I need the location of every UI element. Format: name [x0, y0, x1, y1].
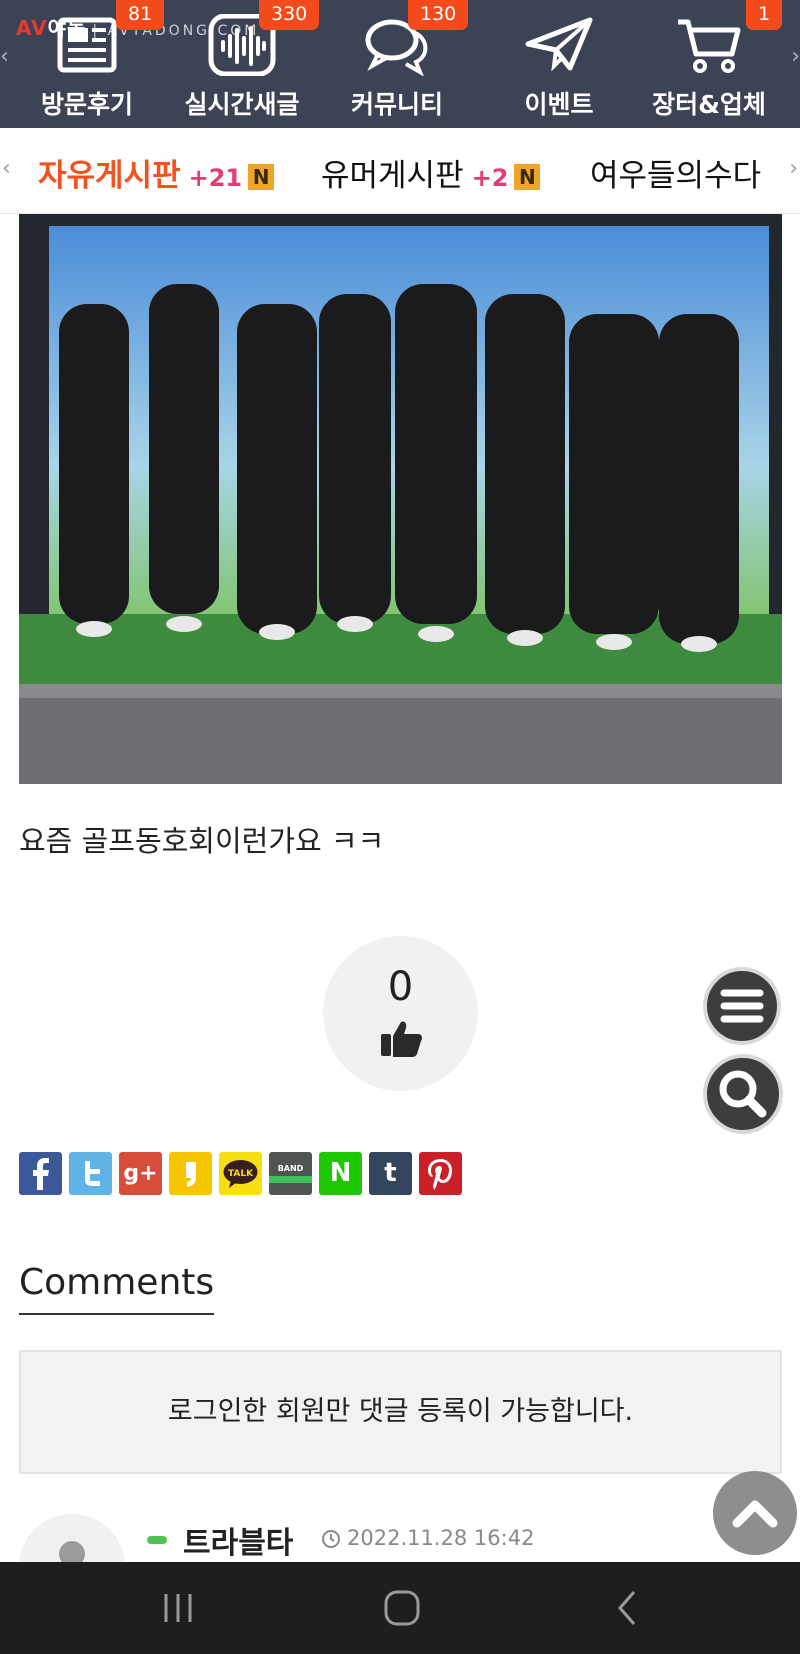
twitter-icon[interactable]	[69, 1152, 112, 1195]
kakaotalk-icon[interactable]: TALK	[219, 1152, 262, 1195]
nav-label: 커뮤니티	[350, 90, 443, 119]
tab-count: +2	[471, 164, 509, 192]
golf-simulator-photo	[19, 214, 782, 784]
back-icon[interactable]	[608, 1590, 648, 1626]
nav-item-market[interactable]: 1 장터&업체	[634, 0, 784, 128]
comment-date: 2022.11.28 16:42	[347, 1526, 535, 1550]
tabs-scroll-left-icon[interactable]: ‹	[2, 156, 11, 181]
band-label: BAND	[278, 1164, 304, 1173]
shopping-cart-icon	[678, 19, 741, 73]
kakaostory-icon[interactable]	[169, 1152, 212, 1195]
nav-label: 이벤트	[524, 90, 594, 119]
tab-count: +21	[188, 164, 243, 192]
nav-label: 장터&업체	[652, 90, 766, 119]
like-button[interactable]: 0	[323, 936, 478, 1091]
tab-label: 자유게시판	[38, 158, 181, 194]
board-tabs: ‹ › 자유게시판 +21 N 유머게시판 +2 N 여우들의수다	[0, 128, 800, 214]
newspaper-icon	[57, 17, 117, 73]
naver-label: N	[329, 1158, 352, 1188]
member-level-icon	[147, 1536, 167, 1544]
nav-scroll-right-icon[interactable]: ›	[791, 44, 800, 69]
comment-item: 트라블타 2022.11.28 16:42	[19, 1508, 782, 1620]
home-icon[interactable]	[382, 1590, 422, 1626]
tumblr-icon[interactable]: t	[369, 1152, 412, 1195]
search-button[interactable]	[703, 1054, 783, 1134]
chevron-up-icon	[732, 1500, 778, 1528]
band-icon[interactable]: BAND	[269, 1152, 312, 1195]
login-required-notice: 로그인한 회원만 댓글 등록이 가능합니다.	[19, 1350, 782, 1474]
naver-icon[interactable]: N	[319, 1152, 362, 1195]
nav-scroll-left-icon[interactable]: ‹	[0, 44, 9, 69]
pinterest-icon[interactable]	[419, 1152, 462, 1195]
nav-item-community[interactable]: 130 커뮤니티	[322, 0, 472, 128]
new-badge: N	[514, 164, 541, 190]
facebook-icon[interactable]	[19, 1152, 62, 1195]
kakaotalk-label: TALK	[228, 1169, 254, 1179]
tab-label: 여우들의수다	[590, 158, 762, 194]
like-count: 0	[387, 964, 414, 1010]
search-icon	[719, 1070, 767, 1118]
google-plus-label: g+	[123, 1161, 158, 1186]
system-navigation-bar	[0, 1562, 800, 1654]
hamburger-menu-icon	[720, 989, 764, 1023]
scroll-to-top-button[interactable]	[713, 1471, 797, 1555]
tab-label: 유머게시판	[321, 158, 464, 194]
post-photo[interactable]	[19, 214, 782, 784]
nav-label: 방문후기	[40, 90, 133, 119]
nav-badge: 81	[116, 0, 165, 30]
tab-humor-board[interactable]: 유머게시판 +2 N	[321, 150, 541, 195]
google-plus-icon[interactable]: g+	[119, 1152, 162, 1195]
new-badge: N	[248, 164, 275, 190]
tab-free-board[interactable]: 자유게시판 +21 N	[38, 150, 275, 195]
tumblr-label: t	[384, 1158, 397, 1188]
nav-item-events[interactable]: 이벤트	[484, 0, 634, 128]
tab-chat-board[interactable]: 여우들의수다	[590, 150, 761, 195]
nav-label: 실시간새글	[184, 90, 300, 119]
paper-plane-icon	[525, 17, 593, 72]
nav-item-realtime-posts[interactable]: 330 실시간새글	[167, 0, 320, 128]
clock-icon	[322, 1530, 340, 1548]
top-nav: AV야동 | AVYADONG.COM ‹ › 81 방문후기 330 실시간새글	[0, 0, 800, 128]
comment-author[interactable]: 트라블타	[183, 1518, 293, 1562]
nav-badge: 130	[408, 0, 469, 30]
nav-badge: 1	[746, 0, 783, 30]
thumbs-up-icon	[381, 1021, 422, 1057]
comments-heading: Comments	[19, 1262, 215, 1315]
post-body-text: 요즘 골프동호회이런가요 ㅋㅋ	[19, 824, 385, 858]
tabs-scroll-right-icon[interactable]: ›	[789, 156, 798, 181]
nav-item-visit-reviews[interactable]: 81 방문후기	[12, 0, 165, 128]
recent-apps-icon[interactable]	[158, 1590, 198, 1626]
nav-badge: 330	[259, 0, 320, 30]
menu-button[interactable]	[703, 967, 781, 1045]
